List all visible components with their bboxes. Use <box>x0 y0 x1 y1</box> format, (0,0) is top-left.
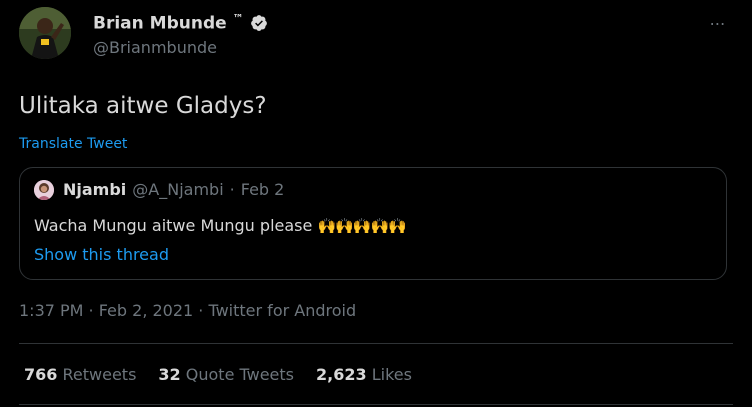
more-options-icon[interactable]: ⋯ <box>706 12 730 36</box>
retweets-count: 766 <box>24 365 58 384</box>
trademark-symbol: ™ <box>232 12 244 25</box>
quoted-date: Feb 2 <box>240 180 285 199</box>
author-avatar[interactable] <box>19 7 71 59</box>
author-display-name[interactable]: Brian Mbunde ™ <box>93 12 244 34</box>
quote-tweets-label: Quote Tweets <box>185 365 294 384</box>
quoted-author-name: Njambi <box>63 180 127 199</box>
retweets-stat[interactable]: 766 Retweets <box>24 365 136 384</box>
quoted-text-body: Wacha Mungu aitwe Mungu please <box>34 216 313 235</box>
tweet-detail: Brian Mbunde ™ @Brianmbunde ⋯ Ulitaka ai… <box>0 0 752 407</box>
verified-badge-icon <box>250 14 267 31</box>
show-thread-link[interactable]: Show this thread <box>34 245 169 264</box>
quoted-author-avatar <box>34 180 54 200</box>
quote-tweets-stat[interactable]: 32 Quote Tweets <box>158 365 294 384</box>
likes-count: 2,623 <box>316 365 367 384</box>
quoted-text: Wacha Mungu aitwe Mungu please 🙌🙌🙌🙌🙌 <box>34 216 407 235</box>
quote-tweets-count: 32 <box>158 365 181 384</box>
quoted-tweet-card[interactable]: Njambi @A_Njambi · Feb 2 Wacha Mungu ait… <box>19 167 727 280</box>
likes-stat[interactable]: 2,623 Likes <box>316 365 412 384</box>
tweet-meta[interactable]: 1:37 PM · Feb 2, 2021 · Twitter for Andr… <box>19 301 356 320</box>
author-name-row: Brian Mbunde ™ <box>93 12 268 34</box>
likes-label: Likes <box>371 365 412 384</box>
translate-tweet-link[interactable]: Translate Tweet <box>19 136 127 152</box>
quoted-author-handle: @A_Njambi <box>132 180 224 199</box>
quoted-header: Njambi @A_Njambi · Feb 2 <box>63 180 284 199</box>
tweet-stats: 766 Retweets 32 Quote Tweets 2,623 Likes <box>24 365 412 384</box>
author-handle[interactable]: @Brianmbunde <box>93 38 217 57</box>
divider <box>19 404 733 405</box>
retweets-label: Retweets <box>62 365 137 384</box>
raised-hands-emoji: 🙌🙌🙌🙌🙌 <box>317 217 406 235</box>
tweet-text: Ulitaka aitwe Gladys? <box>19 93 267 119</box>
divider <box>19 343 733 344</box>
quoted-separator: · <box>229 180 235 199</box>
